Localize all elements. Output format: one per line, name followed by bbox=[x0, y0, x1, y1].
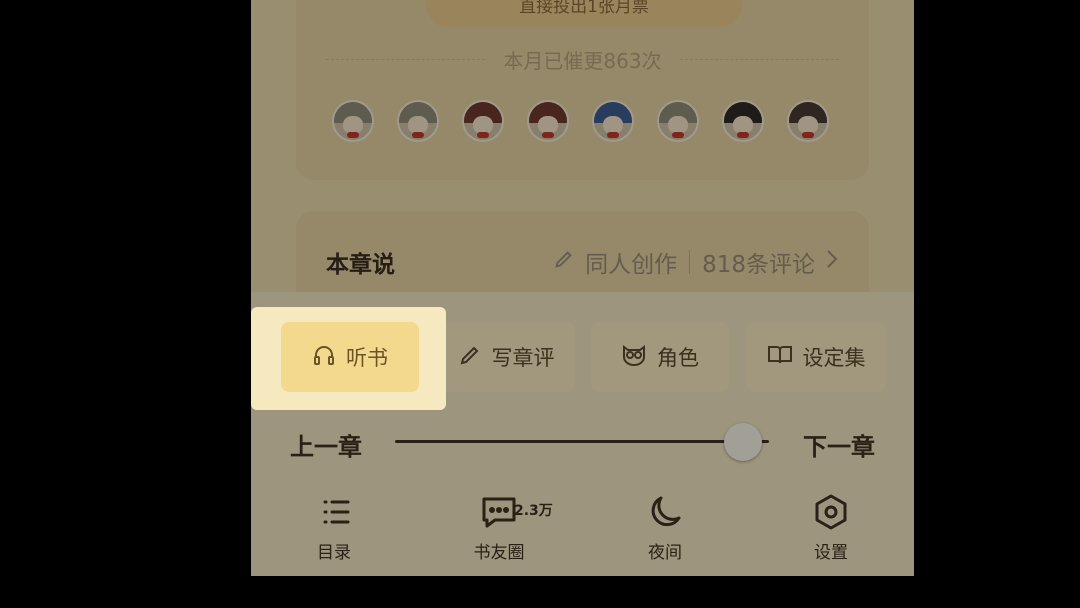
divider bbox=[326, 58, 486, 60]
anime-girl-avatar[interactable] bbox=[462, 100, 504, 142]
community-label: 书友圈 bbox=[473, 543, 525, 563]
night-mode-button[interactable]: 夜间 bbox=[610, 492, 720, 563]
reader-screen: 直接投出1张月票 本月已催更863次 本章说 同人创作 818条评论 听书 bbox=[251, 0, 914, 576]
month-ticket-card: 直接投出1张月票 本月已催更863次 bbox=[296, 0, 869, 180]
setting-collection-button[interactable]: 设定集 bbox=[747, 322, 885, 392]
headphones-icon bbox=[312, 343, 336, 372]
chapter-comments-links[interactable]: 同人创作 818条评论 bbox=[553, 245, 839, 279]
owl-icon bbox=[621, 343, 647, 372]
comment-count-link[interactable]: 818条评论 bbox=[702, 245, 815, 279]
urger-avatar-list bbox=[332, 100, 829, 142]
chevron-right-icon bbox=[825, 248, 839, 276]
listen-label: 听书 bbox=[346, 346, 388, 370]
progress-slider-thumb[interactable] bbox=[723, 422, 762, 461]
chapter-comments-title: 本章说 bbox=[326, 252, 395, 278]
pencil-icon bbox=[458, 343, 482, 372]
anime-boy-avatar[interactable] bbox=[657, 100, 699, 142]
write-review-button[interactable]: 写章评 bbox=[437, 322, 575, 392]
settings-button[interactable]: 设置 bbox=[776, 492, 886, 563]
listen-button-highlight[interactable]: 听书 bbox=[251, 307, 446, 410]
characters-button[interactable]: 角色 bbox=[591, 322, 729, 392]
anime-boy-avatar[interactable] bbox=[397, 100, 439, 142]
write-review-label: 写章评 bbox=[491, 346, 555, 370]
characters-label: 角色 bbox=[657, 346, 699, 370]
hexagon-gear-icon bbox=[776, 492, 886, 532]
pencil-icon bbox=[553, 248, 575, 276]
toc-label: 目录 bbox=[317, 543, 351, 563]
chapter-navigation: 上一章 下一章 bbox=[251, 420, 914, 464]
divider bbox=[679, 58, 839, 60]
stitch-avatar[interactable] bbox=[592, 100, 634, 142]
photo-avatar[interactable] bbox=[722, 100, 764, 142]
vote-month-ticket-button[interactable]: 直接投出1张月票 bbox=[426, 0, 742, 28]
listen-button-focused[interactable]: 听书 bbox=[281, 322, 419, 392]
anime-boy-avatar[interactable] bbox=[332, 100, 374, 142]
urge-count-row: 本月已催更863次 bbox=[326, 44, 839, 74]
chapter-progress-slider[interactable] bbox=[395, 422, 769, 461]
divider bbox=[689, 250, 691, 274]
list-icon bbox=[279, 492, 389, 532]
moon-icon bbox=[610, 492, 720, 532]
bottom-toolbar: 目录 2.3万 书友圈 夜间 设置 bbox=[251, 492, 914, 576]
community-button[interactable]: 2.3万 书友圈 bbox=[444, 492, 554, 563]
photo-avatar[interactable] bbox=[787, 100, 829, 142]
book-icon bbox=[767, 343, 793, 372]
prev-chapter-button[interactable]: 上一章 bbox=[290, 427, 362, 462]
community-count-badge: 2.3万 bbox=[514, 503, 553, 519]
toc-button[interactable]: 目录 bbox=[279, 492, 389, 563]
setting-collection-label: 设定集 bbox=[802, 346, 866, 370]
settings-label: 设置 bbox=[814, 543, 848, 563]
fan-creation-link[interactable]: 同人创作 bbox=[585, 245, 677, 279]
anime-girl-avatar[interactable] bbox=[527, 100, 569, 142]
next-chapter-button[interactable]: 下一章 bbox=[803, 427, 875, 462]
urge-count-text: 本月已催更863次 bbox=[503, 48, 662, 73]
night-mode-label: 夜间 bbox=[648, 543, 682, 563]
